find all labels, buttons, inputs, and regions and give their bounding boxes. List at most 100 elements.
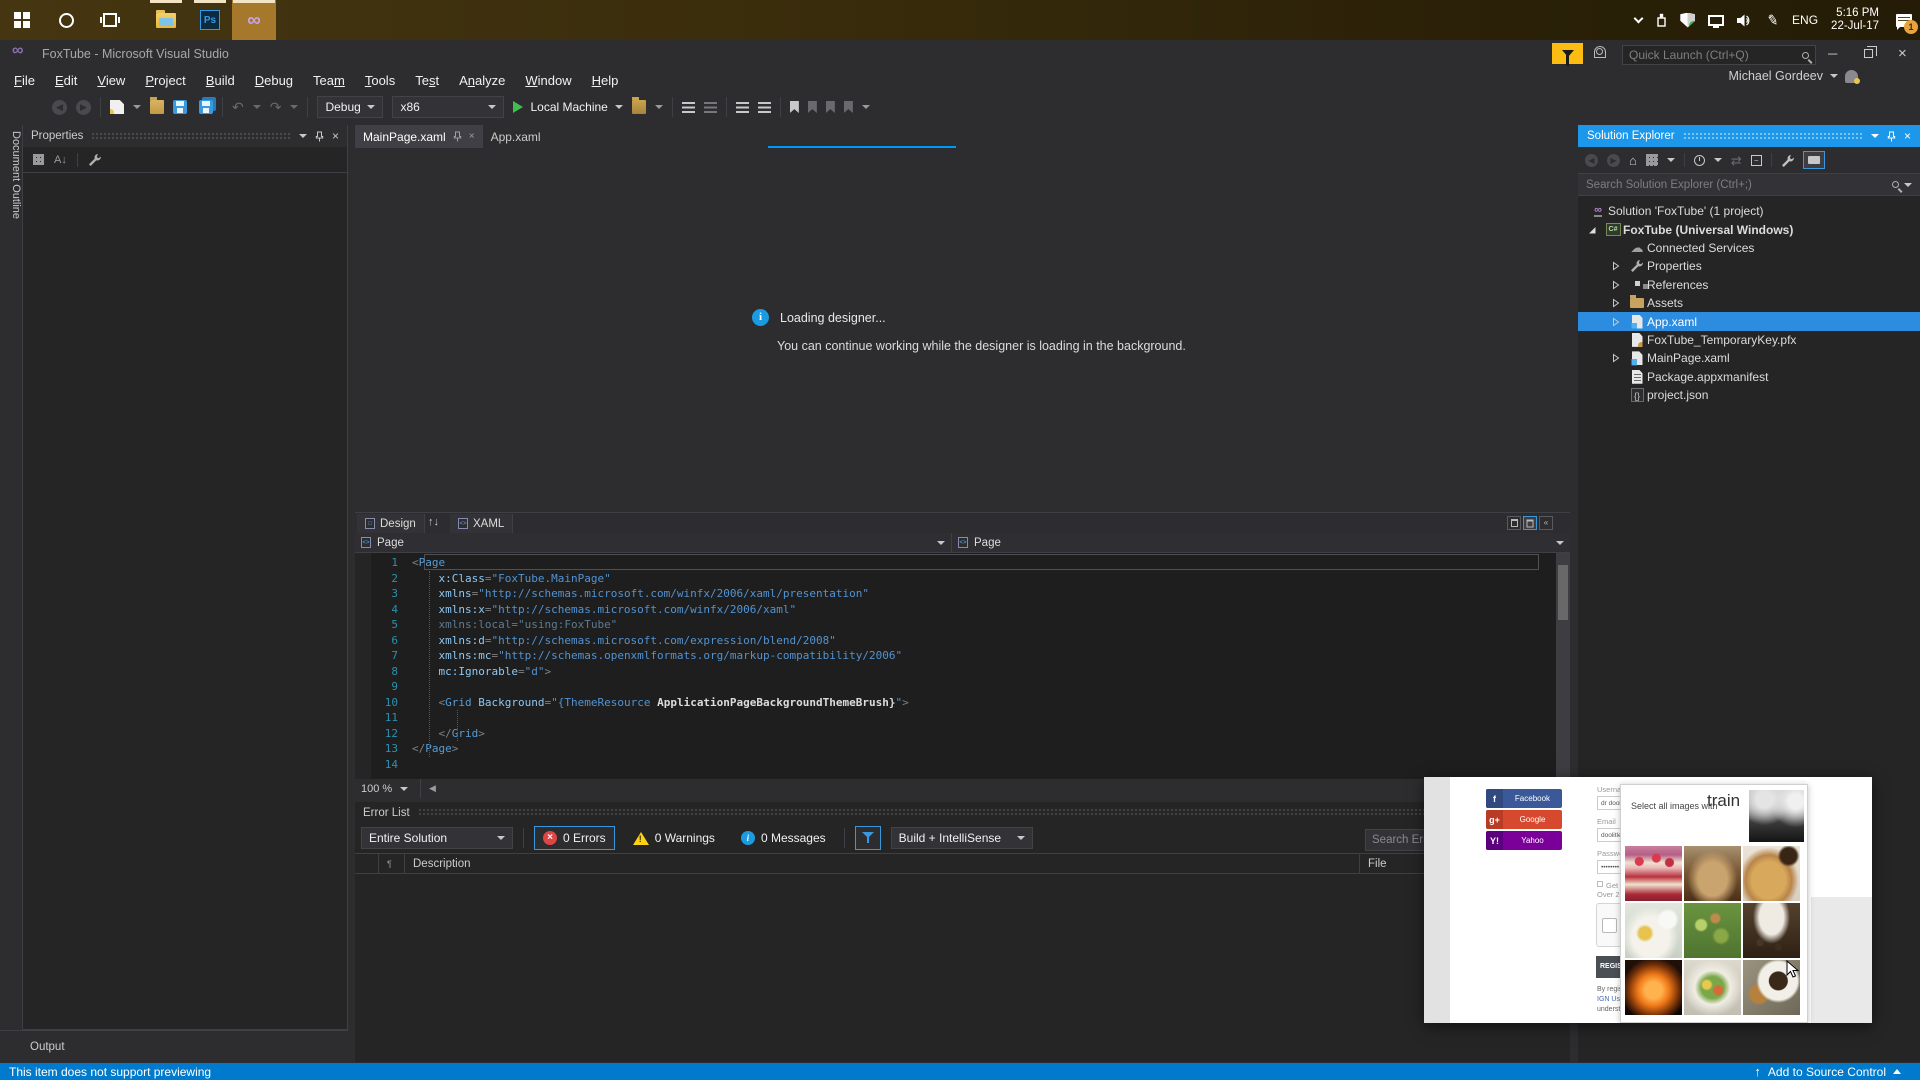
menu-build[interactable]: Build	[196, 70, 245, 91]
warnings-toggle[interactable]: 0 Warnings	[625, 826, 723, 850]
home-icon[interactable]: ⌂	[1629, 154, 1637, 167]
document-outline-tab[interactable]: Document Outline	[0, 125, 22, 255]
code-line-11[interactable]: 11	[355, 710, 1540, 726]
tree-item-mainpage-xaml[interactable]: MainPage.xaml	[1578, 349, 1920, 367]
menu-test[interactable]: Test	[405, 70, 449, 91]
collapsed-arrow-icon[interactable]	[1605, 280, 1627, 290]
tree-item-package-appxmanifest[interactable]: Package.appxmanifest	[1578, 368, 1920, 386]
design-view-tab[interactable]: □ Design	[357, 514, 425, 533]
captcha-tile-chocolate-dessert-glass[interactable]	[1684, 846, 1741, 901]
window-menu-dropdown[interactable]	[1870, 134, 1879, 138]
code-line-10[interactable]: 10 <Grid Background="{ThemeResource Appl…	[355, 695, 1540, 711]
save-all-button[interactable]	[199, 100, 213, 114]
code-line-8[interactable]: 8 mc:Ignorable="d">	[355, 664, 1540, 680]
code-line-4[interactable]: 4 xmlns:x="http://schemas.microsoft.com/…	[355, 602, 1540, 618]
captcha-tile-coffee-beans-bowl[interactable]	[1743, 903, 1800, 958]
language-indicator[interactable]: ENG	[1792, 13, 1818, 27]
tab-app-xaml[interactable]: App.xaml	[483, 125, 549, 148]
code-line-9[interactable]: 9	[355, 679, 1540, 695]
description-column[interactable]: Description	[405, 854, 1360, 873]
tree-item-assets[interactable]: Assets	[1578, 294, 1920, 312]
code-line-3[interactable]: 3 xmlns="http://schemas.microsoft.com/wi…	[355, 586, 1540, 602]
navigate-backward-region-icon[interactable]	[681, 101, 695, 113]
menu-file[interactable]: File	[4, 70, 45, 91]
send-feedback-button[interactable]	[1594, 46, 1606, 58]
menu-view[interactable]: View	[87, 70, 135, 91]
tree-item-foxtube-universal-windows[interactable]: C# FoxTube (Universal Windows)	[1578, 220, 1920, 238]
attach-to-process-button[interactable]	[631, 97, 646, 114]
errors-toggle[interactable]: × 0 Errors	[534, 826, 615, 850]
captcha-tile-strawberry-cake[interactable]	[1625, 846, 1682, 901]
pin-icon[interactable]	[453, 131, 462, 142]
breadcrumb-right[interactable]: <> Page	[952, 533, 1570, 552]
menu-analyze[interactable]: Analyze	[449, 70, 515, 91]
collapsed-arrow-icon[interactable]	[1605, 261, 1627, 271]
tree-item-app-xaml[interactable]: App.xaml	[1578, 312, 1920, 331]
pin-icon[interactable]	[315, 131, 324, 142]
code-line-2[interactable]: 2 x:Class="FoxTube.MainPage"	[355, 571, 1540, 587]
close-tab-icon[interactable]: ×	[469, 131, 475, 142]
redo-button[interactable]: ↷	[270, 100, 282, 114]
start-button[interactable]	[0, 0, 44, 40]
toolbar-overflow-2[interactable]	[861, 105, 870, 109]
pending-changes-dropdown[interactable]	[1713, 158, 1722, 162]
toolbar-overflow-1[interactable]	[654, 105, 663, 109]
recaptcha-checkbox[interactable]	[1602, 918, 1617, 933]
expanded-arrow-icon[interactable]	[1581, 225, 1603, 235]
sync-icon[interactable]: ⇄	[1731, 154, 1742, 167]
pin-icon[interactable]	[1887, 131, 1896, 142]
zoom-level-dropdown[interactable]: 100 %	[355, 779, 421, 798]
platform-dropdown[interactable]: x86	[392, 96, 505, 118]
quick-launch-input[interactable]: Quick Launch (Ctrl+Q)	[1622, 45, 1816, 65]
scroll-left-arrow[interactable]: ◀	[421, 783, 436, 794]
start-target-dropdown[interactable]	[614, 105, 623, 109]
menu-tools[interactable]: Tools	[355, 70, 405, 91]
alphabetical-sort-icon[interactable]: A↓	[54, 154, 67, 166]
facebook-login-button[interactable]: f Facebook	[1486, 789, 1562, 808]
restore-button[interactable]	[1864, 46, 1877, 58]
views-dropdown[interactable]	[1666, 158, 1675, 162]
tab-mainpage-xaml[interactable]: MainPage.xaml ×	[355, 125, 483, 148]
captcha-tile-pancakes-with-coffee[interactable]	[1743, 846, 1800, 901]
code-line-1[interactable]: 1 <Page	[355, 555, 1540, 571]
menu-window[interactable]: Window	[515, 70, 581, 91]
xaml-view-tab[interactable]: <> XAML	[450, 514, 514, 533]
navigate-forward-button[interactable]: ▶	[76, 99, 91, 115]
output-panel[interactable]: Output	[0, 1030, 348, 1063]
decrease-indent-icon[interactable]	[735, 101, 749, 113]
collapsed-arrow-icon[interactable]	[1605, 298, 1627, 308]
xaml-code-editor[interactable]: 1 <Page 2 x:Class="FoxTube.MainPage" 3 xmln…	[355, 553, 1570, 779]
menu-debug[interactable]: Debug	[245, 70, 303, 91]
file-explorer-button[interactable]	[144, 0, 188, 40]
tree-item-properties[interactable]: Properties	[1578, 257, 1920, 275]
property-pages-icon[interactable]	[88, 153, 101, 166]
previous-bookmark-button[interactable]	[807, 101, 817, 113]
navigate-back-button[interactable]: ◀	[52, 99, 67, 115]
close-icon[interactable]: ×	[1904, 129, 1911, 143]
build-filter-dropdown[interactable]: Build + IntelliSense	[890, 827, 1033, 849]
preview-selected-items-button[interactable]	[1802, 151, 1825, 169]
captcha-tile-salad-plate[interactable]	[1684, 960, 1741, 1015]
menu-edit[interactable]: Edit	[45, 70, 87, 91]
toggle-bookmark-button[interactable]	[789, 101, 799, 113]
scrollbar-thumb[interactable]	[1558, 565, 1568, 620]
pending-changes-icon[interactable]	[1693, 154, 1705, 166]
solution-explorer-search-input[interactable]: Search Solution Explorer (Ctrl+;)	[1578, 174, 1920, 196]
clear-bookmarks-button[interactable]	[843, 101, 853, 113]
user-account-menu[interactable]: Michael Gordeev	[1729, 69, 1860, 84]
filter-button[interactable]	[854, 826, 881, 850]
properties-wrench-icon[interactable]	[1781, 154, 1794, 167]
tree-item-solution-foxtube-1-project[interactable]: ∞ Solution 'FoxTube' (1 project)	[1578, 202, 1920, 220]
tree-item-connected-services[interactable]: ☁ Connected Services	[1578, 239, 1920, 257]
menu-team[interactable]: Team	[303, 70, 355, 91]
start-debugging-button[interactable]: Local Machine	[513, 100, 623, 114]
messages-toggle[interactable]: i0 Messages	[733, 826, 834, 850]
minimize-button[interactable]: ─	[1828, 46, 1837, 61]
new-file-button[interactable]	[110, 100, 124, 114]
defender-icon[interactable]: ✓	[1680, 12, 1696, 28]
captcha-tile-glowing-orange-bowl[interactable]	[1625, 960, 1682, 1015]
captcha-tile-breakfast-plate[interactable]	[1625, 903, 1682, 958]
captcha-tile-green-salad[interactable]	[1684, 903, 1741, 958]
code-line-13[interactable]: 13 </Page>	[355, 741, 1540, 757]
configuration-dropdown[interactable]: Debug	[317, 96, 384, 118]
